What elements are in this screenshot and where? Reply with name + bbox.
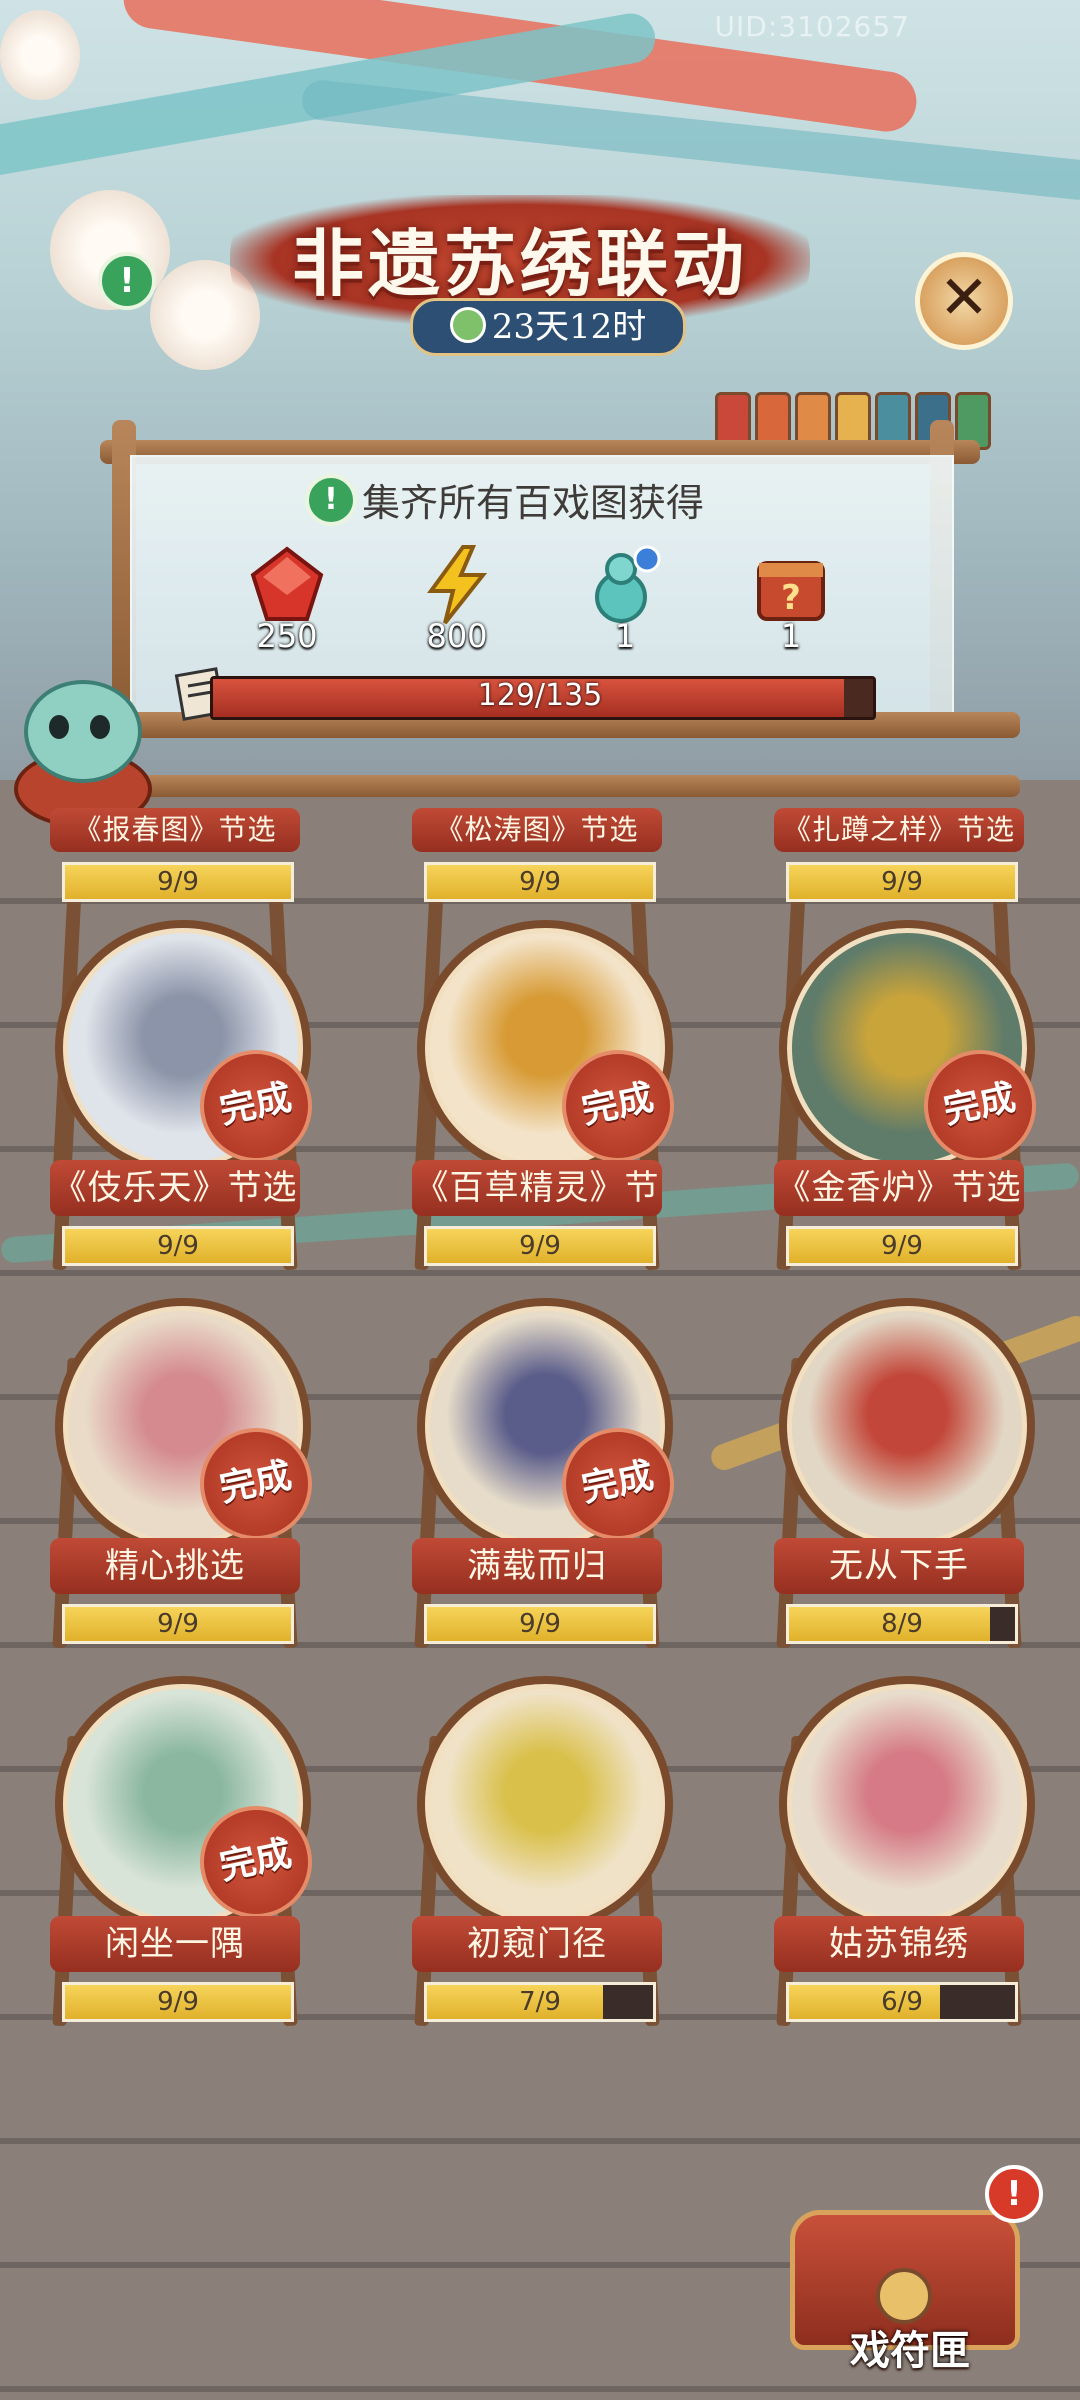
chest-alert-icon: ! bbox=[985, 2165, 1043, 2223]
blossom-decoration bbox=[0, 10, 80, 100]
card-progress-bar: 9/9 bbox=[424, 1226, 656, 1266]
card-progress-text: 7/9 bbox=[519, 1987, 561, 2017]
mystery-box-icon: ? bbox=[757, 561, 825, 621]
card-progress-text: 9/9 bbox=[519, 1231, 561, 1261]
lightning-icon bbox=[427, 545, 488, 625]
collection-card[interactable]: 完成 满载而归 9/9 bbox=[402, 1298, 685, 1658]
chest-lock-icon bbox=[876, 2268, 932, 2324]
card-progress-bar: 9/9 bbox=[62, 1226, 294, 1266]
card-progress-bar: 9/9 bbox=[62, 1604, 294, 1644]
card-progress-text: 8/9 bbox=[881, 1609, 923, 1639]
event-timer: 23天12时 bbox=[410, 298, 686, 356]
card-label: 《金香炉》节选 bbox=[774, 1160, 1024, 1216]
collection-card[interactable]: 初窥门径 7/9 bbox=[402, 1676, 673, 2036]
card-label: 《百草精灵》节选 bbox=[412, 1160, 662, 1264]
card-label: 初窥门径 bbox=[412, 1916, 662, 1972]
reward-gourd[interactable]: 1 bbox=[570, 545, 680, 655]
card-artwork bbox=[779, 1298, 1035, 1554]
red-gem-icon bbox=[250, 546, 324, 621]
collection-card[interactable]: 完成 精心挑选 9/9 bbox=[40, 1298, 323, 1658]
info-button[interactable]: ! bbox=[98, 252, 156, 310]
card-progress-bar: 9/9 bbox=[424, 1604, 656, 1644]
reward-energy[interactable]: 800 bbox=[402, 545, 512, 655]
card-progress-text: 9/9 bbox=[157, 867, 199, 897]
card-label: 姑苏锦绣 bbox=[774, 1916, 1024, 1972]
collection-card[interactable]: 完成 《金香炉》节选 9/9 bbox=[764, 920, 1047, 1280]
collection-info-icon[interactable]: ! bbox=[305, 474, 357, 526]
card-progress-bar: 7/9 bbox=[424, 1982, 656, 2022]
collection-card[interactable]: 完成《百草精灵》节选9/9 bbox=[402, 920, 685, 1280]
card-progress-bar: 9/9 bbox=[62, 1982, 294, 2022]
card-progress-text: 6/9 bbox=[881, 1987, 923, 2017]
cat-mascot bbox=[4, 660, 154, 828]
page-title: 非遗苏绣联动 bbox=[291, 221, 748, 306]
collection-card[interactable]: 完成 《伎乐天》节选 9/9 bbox=[40, 920, 323, 1280]
card-progress-text: 9/9 bbox=[157, 1609, 199, 1639]
collection-card[interactable]: 无从下手 8/9 bbox=[764, 1298, 1035, 1658]
close-button[interactable]: ✕ bbox=[915, 252, 1013, 350]
card-progress-text: 9/9 bbox=[157, 1987, 199, 2017]
card-label: 满载而归 bbox=[412, 1538, 662, 1594]
chest-label: 戏符匣 bbox=[850, 2327, 970, 2374]
card-progress-bar: 9/9 bbox=[424, 862, 656, 902]
uid-text: UID:3102657 bbox=[714, 10, 910, 43]
card-progress-bar: 9/9 bbox=[786, 1226, 1018, 1266]
reward-mystery-box[interactable]: ? 1 bbox=[736, 545, 846, 655]
card-artwork bbox=[417, 1676, 673, 1932]
card-label: 《扎蹲之样》节选 bbox=[774, 808, 1024, 852]
card-progress-bar: 6/9 bbox=[786, 1982, 1018, 2022]
card-label: 闲坐一隅 bbox=[50, 1916, 300, 1972]
card-progress-text: 9/9 bbox=[881, 867, 923, 897]
card-progress-bar: 9/9 bbox=[786, 862, 1018, 902]
clock-icon bbox=[449, 307, 486, 343]
card-artwork bbox=[779, 1676, 1035, 1932]
reward-gem[interactable]: 250 bbox=[232, 545, 342, 655]
svg-text:?: ? bbox=[781, 578, 801, 618]
card-progress-bar: 9/9 bbox=[62, 862, 294, 902]
card-label: 《报春图》节选 bbox=[50, 808, 300, 852]
frame-base bbox=[120, 775, 1020, 797]
card-progress-text: 9/9 bbox=[157, 1231, 199, 1261]
card-progress-text: 9/9 bbox=[519, 867, 561, 897]
teal-gourd-icon bbox=[595, 545, 661, 623]
card-label: 无从下手 bbox=[774, 1538, 1024, 1594]
collection-subtitle: 集齐所有百戏图获得 bbox=[362, 481, 705, 525]
card-progress-bar: 8/9 bbox=[786, 1604, 1018, 1644]
card-label: 《松涛图》节选 bbox=[412, 808, 662, 852]
timer-text: 23天12时 bbox=[491, 307, 647, 347]
card-progress-text: 9/9 bbox=[881, 1231, 923, 1261]
card-label: 精心挑选 bbox=[50, 1538, 300, 1594]
collection-progress-text: 129/135 bbox=[477, 678, 603, 713]
collection-card[interactable]: 姑苏锦绣 6/9 bbox=[764, 1676, 1035, 2036]
card-progress-text: 9/9 bbox=[519, 1609, 561, 1639]
card-label: 《伎乐天》节选 bbox=[50, 1160, 300, 1216]
collection-card[interactable]: 完成 闲坐一隅 9/9 bbox=[40, 1676, 323, 2036]
